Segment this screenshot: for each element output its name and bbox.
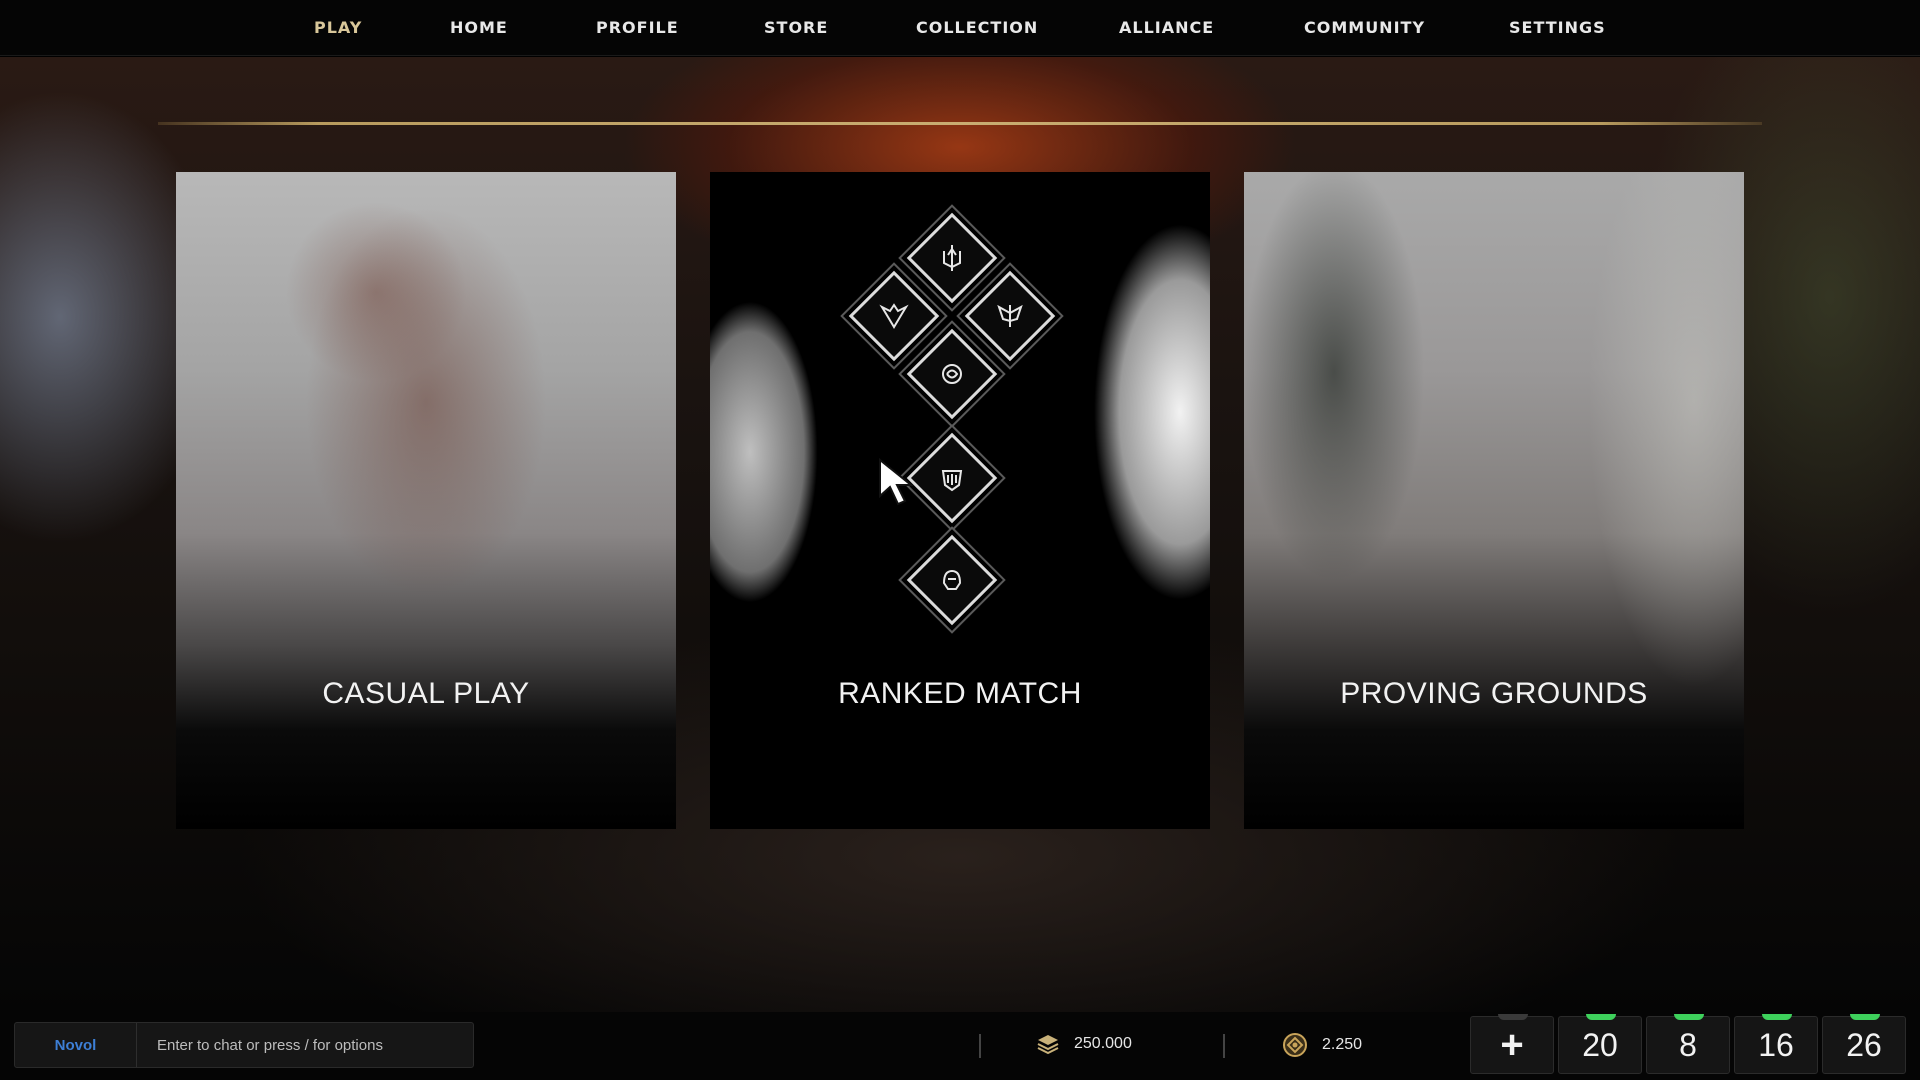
crest-icon [941,470,963,492]
nav-store[interactable]: STORE [764,18,828,37]
bottom-bar: Novol 250.000 2.250 + 20 8 16 [0,1012,1920,1080]
right-silhouette-art [1050,172,1210,652]
nav-home[interactable]: HOME [450,18,508,37]
primary-currency: 250.000 [1036,1032,1132,1056]
divider [1223,1034,1225,1058]
coin-icon [1283,1033,1307,1057]
rank-emblem-top [906,212,998,304]
stat-counter-value: 20 [1582,1026,1618,1063]
wings-icon [997,304,1023,327]
nav-play[interactable]: PLAY [314,18,362,37]
indicator [1674,1014,1704,1020]
top-divider [158,122,1762,125]
left-silhouette-art [710,232,860,662]
indicator [1762,1014,1792,1020]
nav-profile[interactable]: PROFILE [596,18,679,37]
stat-counter-1[interactable]: 20 [1558,1014,1642,1074]
layers-icon [1037,1035,1059,1055]
top-navigation: PLAY HOME PROFILE STORE COLLECTION ALLIA… [0,0,1920,56]
stat-counter-4[interactable]: 26 [1822,1014,1906,1074]
stat-counter-3[interactable]: 16 [1734,1014,1818,1074]
casual-play-label: CASUAL PLAY [322,677,530,710]
nav-community[interactable]: COMMUNITY [1304,18,1425,37]
rank-emblem-bottom [906,534,998,626]
secondary-currency: 2.250 [1282,1032,1362,1058]
mouse-cursor-icon [879,458,914,506]
ranked-match-label: RANKED MATCH [838,677,1082,710]
ranked-match-card[interactable]: RANKED MATCH [710,172,1210,829]
stat-counter-value: 16 [1758,1026,1794,1063]
rank-emblem-center [906,328,998,420]
plus-icon: + [1500,1022,1524,1067]
nav-settings[interactable]: SETTINGS [1509,18,1606,37]
stat-counter-value: 26 [1846,1026,1882,1063]
chat-box: Novol [14,1022,474,1068]
proving-grounds-label: PROVING GROUNDS [1340,677,1648,710]
stat-counter-2[interactable]: 8 [1646,1014,1730,1074]
indicator [1586,1014,1616,1020]
nav-alliance[interactable]: ALLIANCE [1119,18,1214,37]
rose-icon [942,364,962,384]
primary-currency-value: 250.000 [1074,1035,1132,1052]
chat-input[interactable] [141,1023,471,1067]
divider [979,1034,981,1058]
add-button[interactable]: + [1470,1014,1554,1074]
phoenix-icon [879,303,909,329]
casual-play-card[interactable]: CASUAL PLAY [176,172,676,829]
nav-collection[interactable]: COLLECTION [916,18,1038,37]
chat-channel-label[interactable]: Novol [15,1023,137,1067]
trident-icon [943,245,961,271]
rank-emblem-left [848,270,940,362]
indicator [1850,1014,1880,1020]
helmet-icon [942,569,962,590]
stat-counter-value: 8 [1679,1026,1697,1063]
proving-grounds-card[interactable]: PROVING GROUNDS [1244,172,1744,829]
indicator [1498,1014,1528,1020]
secondary-currency-value: 2.250 [1322,1036,1363,1053]
rank-emblem-right [964,270,1056,362]
